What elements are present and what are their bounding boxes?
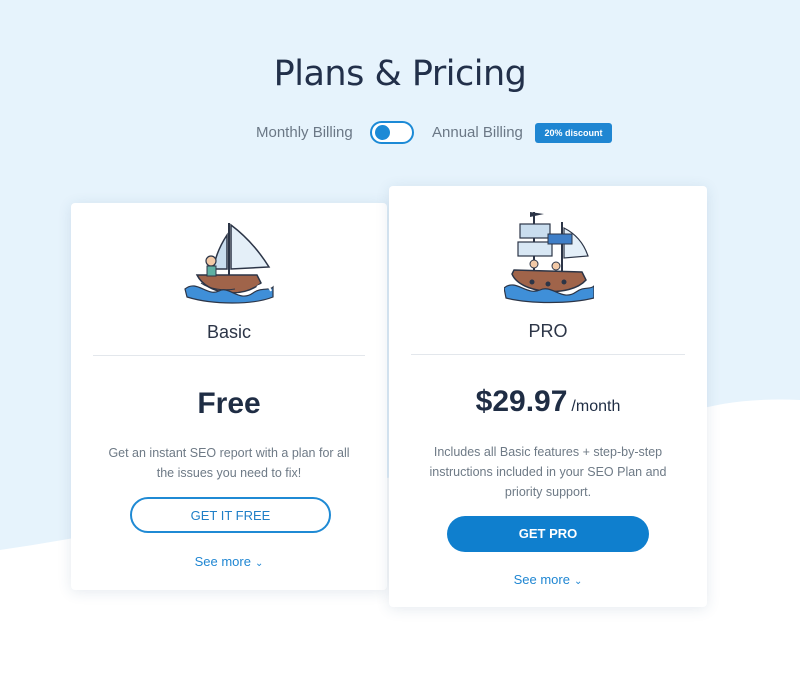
billing-toggle-row: Monthly Billing Annual Billing 20% disco… [0,118,800,148]
plan-price: Free [71,387,387,421]
price-value: $29.97 [475,385,568,418]
price-value: Free [197,387,261,420]
price-period: /month [571,398,621,415]
pirate-ship-icon [504,212,594,304]
annual-billing-label[interactable]: Annual Billing [432,124,523,141]
plan-price: $29.97/month [389,385,707,419]
plan-description: Get an instant SEO report with a plan fo… [108,446,350,480]
get-pro-button[interactable]: GET PRO [447,516,649,552]
see-more-link[interactable]: See more ⌄ [389,572,707,587]
plan-card-pro: PRO $29.97/month Includes all Basic feat… [389,186,707,607]
page-title: Plans & Pricing [273,54,527,94]
toggle-knob [375,125,390,140]
see-more-link[interactable]: See more ⌄ [71,554,387,569]
plan-card-basic: Basic Free Get an instant SEO report wit… [71,203,387,590]
plan-description: Includes all Basic features + step-by-st… [429,445,667,499]
sailboat-icon [184,223,274,304]
see-more-label: See more [194,554,251,569]
get-it-free-button[interactable]: GET IT FREE [130,497,331,533]
plan-name: Basic [206,322,251,342]
plan-name: PRO [528,321,568,341]
divider [411,354,685,355]
divider [93,355,365,356]
see-more-label: See more [513,572,570,587]
billing-toggle[interactable] [370,121,414,144]
chevron-down-icon: ⌄ [254,558,264,569]
monthly-billing-label[interactable]: Monthly Billing [256,124,353,141]
discount-badge: 20% discount [535,123,612,143]
chevron-down-icon: ⌄ [573,576,583,587]
